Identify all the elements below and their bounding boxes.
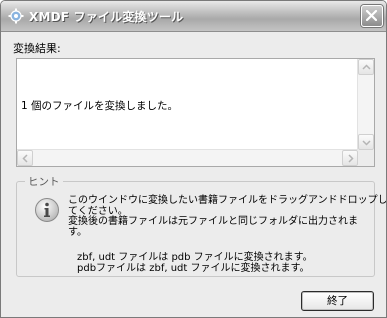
- chevron-down-icon: [362, 140, 371, 146]
- result-textarea[interactable]: 1 個のファイルを変換しました。: [16, 58, 375, 167]
- scrollbar-corner: [358, 150, 374, 166]
- hint-line: このウインドウに変換したい書籍ファイルをドラッグアンドドロップし: [68, 195, 387, 206]
- close-button[interactable]: [361, 5, 383, 27]
- horizontal-scrollbar[interactable]: [17, 149, 358, 166]
- title-bar[interactable]: XMDF ファイル変換ツール: [1, 1, 386, 32]
- chevron-left-icon: [22, 154, 28, 163]
- gear-icon: [8, 8, 24, 24]
- app-window: XMDF ファイル変換ツール 変換結果: 1 個のファイルを変換しました。 ヒン…: [0, 0, 387, 318]
- hint-legend: ヒント: [25, 174, 63, 189]
- result-label: 変換結果:: [13, 42, 61, 55]
- hint-note-line: pdbファイルは zbf, udt ファイルに変換されます。: [77, 263, 310, 274]
- vertical-scrollbar[interactable]: [357, 59, 374, 150]
- end-button[interactable]: 終了: [301, 291, 374, 311]
- window-title: XMDF ファイル変換ツール: [29, 10, 184, 24]
- chevron-up-icon: [362, 64, 371, 70]
- scroll-left-button[interactable]: [17, 150, 33, 166]
- hint-note: zbf, udt ファイルは pdb ファイルに変換されます。 pdbファイルは…: [77, 252, 313, 274]
- hint-line: 変換後の書籍ファイルは元ファイルと同じフォルダに出力されま: [68, 216, 358, 227]
- scroll-right-button[interactable]: [342, 150, 358, 166]
- close-icon: [366, 10, 377, 21]
- info-icon: [34, 197, 60, 223]
- hint-note-line: zbf, udt ファイルは pdb ファイルに変換されます。: [77, 252, 313, 263]
- chevron-right-icon: [348, 154, 354, 163]
- scroll-down-button[interactable]: [358, 134, 374, 150]
- result-text: 1 個のファイルを変換しました。: [21, 100, 179, 112]
- hint-line: す。: [68, 226, 87, 238]
- hint-text: このウインドウに変換したい書籍ファイルをドラッグアンドドロップし てください。 …: [68, 195, 387, 238]
- scroll-up-button[interactable]: [358, 59, 374, 75]
